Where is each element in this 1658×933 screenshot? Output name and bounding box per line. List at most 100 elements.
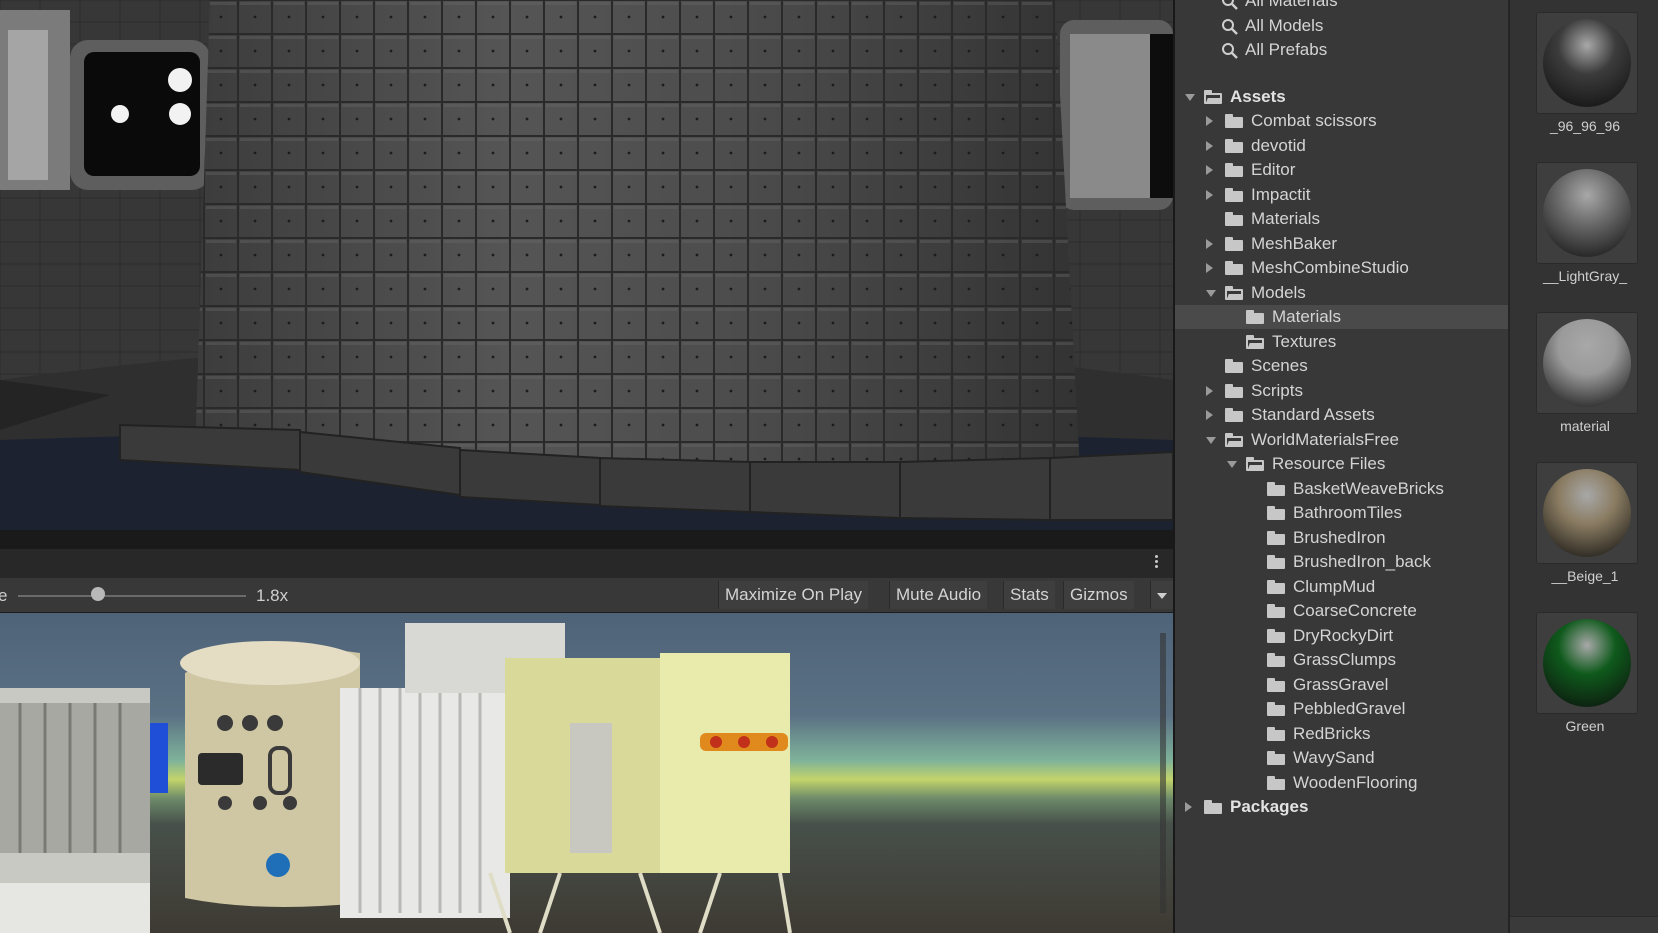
tree-item-devotid[interactable]: devotid bbox=[1175, 134, 1510, 158]
expand-right-icon[interactable] bbox=[1206, 189, 1213, 200]
expand-down-icon[interactable] bbox=[1206, 436, 1216, 444]
tree-item-label: DryRockyDirt bbox=[1293, 625, 1394, 645]
tree-item-label: BathroomTiles bbox=[1293, 503, 1402, 523]
mute-audio-button[interactable]: Mute Audio bbox=[889, 581, 988, 609]
tree-item-editor[interactable]: Editor bbox=[1175, 158, 1510, 182]
beige-module bbox=[180, 641, 360, 907]
folder-icon bbox=[1225, 187, 1243, 202]
tree-item-label: BrushedIron bbox=[1293, 527, 1386, 547]
expand-down-icon[interactable] bbox=[1227, 461, 1237, 469]
gizmos-button[interactable]: Gizmos bbox=[1063, 581, 1134, 609]
material-tile[interactable] bbox=[1536, 312, 1638, 414]
material-tile[interactable] bbox=[1536, 12, 1638, 114]
tree-item-woodenflooring[interactable]: WoodenFlooring bbox=[1175, 771, 1510, 795]
tree-item-pebbledgravel[interactable]: PebbledGravel bbox=[1175, 697, 1510, 721]
tree-item-scripts[interactable]: Scripts bbox=[1175, 379, 1510, 403]
folder-icon bbox=[1267, 481, 1285, 496]
tree-item-combat-scissors[interactable]: Combat scissors bbox=[1175, 109, 1510, 133]
folder-icon bbox=[1267, 628, 1285, 643]
folder-icon bbox=[1225, 114, 1243, 129]
tree-item-scenes[interactable]: Scenes bbox=[1175, 354, 1510, 378]
more-options-icon[interactable] bbox=[1153, 553, 1159, 573]
folder-open-icon bbox=[1225, 432, 1243, 447]
tree-item-label: GrassGravel bbox=[1293, 674, 1389, 694]
folder-icon bbox=[1246, 310, 1264, 325]
scale-value: 1.8x bbox=[256, 586, 289, 605]
tree-item-meshcombinestudio[interactable]: MeshCombineStudio bbox=[1175, 256, 1510, 280]
expand-right-icon[interactable] bbox=[1185, 802, 1192, 813]
folder-open-icon bbox=[1246, 334, 1264, 349]
tree-item-basketweavebricks[interactable]: BasketWeaveBricks bbox=[1175, 477, 1510, 501]
folder-icon bbox=[1267, 751, 1285, 766]
tree-item-impactit[interactable]: Impactit bbox=[1175, 183, 1510, 207]
tree-item-materials[interactable]: Materials bbox=[1175, 207, 1510, 231]
tree-item-redbricks[interactable]: RedBricks bbox=[1175, 722, 1510, 746]
tree-item-standard-assets[interactable]: Standard Assets bbox=[1175, 403, 1510, 427]
tree-item-label: Materials bbox=[1251, 209, 1320, 229]
game-viewport[interactable] bbox=[0, 613, 1173, 933]
material-tile[interactable] bbox=[1536, 612, 1638, 714]
folder-open-icon bbox=[1204, 89, 1222, 104]
material-sphere-icon bbox=[1543, 169, 1631, 257]
tree-item-coarseconcrete[interactable]: CoarseConcrete bbox=[1175, 599, 1510, 623]
material-tile[interactable] bbox=[1536, 162, 1638, 264]
tree-item-wavysand[interactable]: WavySand bbox=[1175, 746, 1510, 770]
expand-right-icon[interactable] bbox=[1206, 140, 1213, 151]
left-module bbox=[0, 688, 168, 933]
scene-view[interactable] bbox=[0, 0, 1173, 548]
search-icon bbox=[1222, 0, 1238, 10]
tree-item-materials[interactable]: Materials bbox=[1175, 305, 1510, 330]
material-label: __Beige_1 bbox=[1551, 568, 1619, 584]
material-label: Green bbox=[1565, 718, 1605, 734]
tree-item-label: Models bbox=[1251, 282, 1306, 302]
game-view-toolbar: e 1.8x Maximize On Play Mute Audio Stats… bbox=[0, 578, 1173, 613]
search-filter-all-models[interactable]: All Models bbox=[1175, 14, 1510, 38]
search-filter-all-materials[interactable]: All Materials bbox=[1175, 0, 1510, 13]
tree-item-label: Textures bbox=[1272, 331, 1337, 351]
tree-item-grassgravel[interactable]: GrassGravel bbox=[1175, 673, 1510, 697]
scale-slider[interactable] bbox=[18, 595, 246, 597]
scene-viewport[interactable] bbox=[0, 0, 1173, 548]
tree-item-assets[interactable]: Assets bbox=[1175, 85, 1510, 109]
tree-item-label: Packages bbox=[1230, 797, 1309, 817]
expand-down-icon[interactable] bbox=[1185, 93, 1195, 101]
tree-item-label: devotid bbox=[1251, 135, 1306, 155]
tree-item-worldmaterialsfree[interactable]: WorldMaterialsFree bbox=[1175, 428, 1510, 452]
expand-right-icon[interactable] bbox=[1206, 263, 1213, 274]
expand-right-icon[interactable] bbox=[1206, 165, 1213, 176]
tree-item-grassclumps[interactable]: GrassClumps bbox=[1175, 648, 1510, 672]
tree-item-resource-files[interactable]: Resource Files bbox=[1175, 452, 1510, 476]
tree-item-brushediron[interactable]: BrushedIron bbox=[1175, 526, 1510, 550]
tree-item-bathroomtiles[interactable]: BathroomTiles bbox=[1175, 501, 1510, 525]
tree-item-clumpmud[interactable]: ClumpMud bbox=[1175, 575, 1510, 599]
tree-item-meshbaker[interactable]: MeshBaker bbox=[1175, 232, 1510, 256]
tree-item-label: WoodenFlooring bbox=[1293, 772, 1418, 792]
material-tile[interactable] bbox=[1536, 462, 1638, 564]
folder-icon bbox=[1267, 530, 1285, 545]
tree-item-packages[interactable]: Packages bbox=[1175, 795, 1510, 819]
expand-right-icon[interactable] bbox=[1206, 385, 1213, 396]
tree-item-brushediron-back[interactable]: BrushedIron_back bbox=[1175, 550, 1510, 574]
stats-button[interactable]: Stats bbox=[1003, 581, 1055, 609]
expand-right-icon[interactable] bbox=[1206, 410, 1213, 421]
tree-item-label: Scenes bbox=[1251, 356, 1308, 376]
tree-item-dryrockydirt[interactable]: DryRockyDirt bbox=[1175, 624, 1510, 648]
search-filter-label: All Models bbox=[1245, 15, 1324, 35]
folder-icon bbox=[1225, 236, 1243, 251]
expand-down-icon[interactable] bbox=[1206, 289, 1216, 297]
maximize-on-play-button[interactable]: Maximize On Play bbox=[718, 581, 868, 609]
tree-item-label: Scripts bbox=[1251, 380, 1303, 400]
expand-right-icon[interactable] bbox=[1206, 116, 1213, 127]
search-filter-label: All Materials bbox=[1245, 0, 1338, 10]
folder-icon bbox=[1267, 604, 1285, 619]
expand-right-icon[interactable] bbox=[1206, 238, 1213, 249]
tree-item-models[interactable]: Models bbox=[1175, 281, 1510, 305]
game-view[interactable] bbox=[0, 613, 1173, 933]
folder-icon bbox=[1225, 383, 1243, 398]
search-icon bbox=[1222, 18, 1238, 35]
scale-slider-handle[interactable] bbox=[90, 587, 105, 601]
gizmos-dropdown-icon[interactable] bbox=[1150, 581, 1173, 609]
material-sphere-icon bbox=[1543, 319, 1631, 407]
search-filter-all-prefabs[interactable]: All Prefabs bbox=[1175, 38, 1510, 62]
tree-item-textures[interactable]: Textures bbox=[1175, 330, 1510, 354]
